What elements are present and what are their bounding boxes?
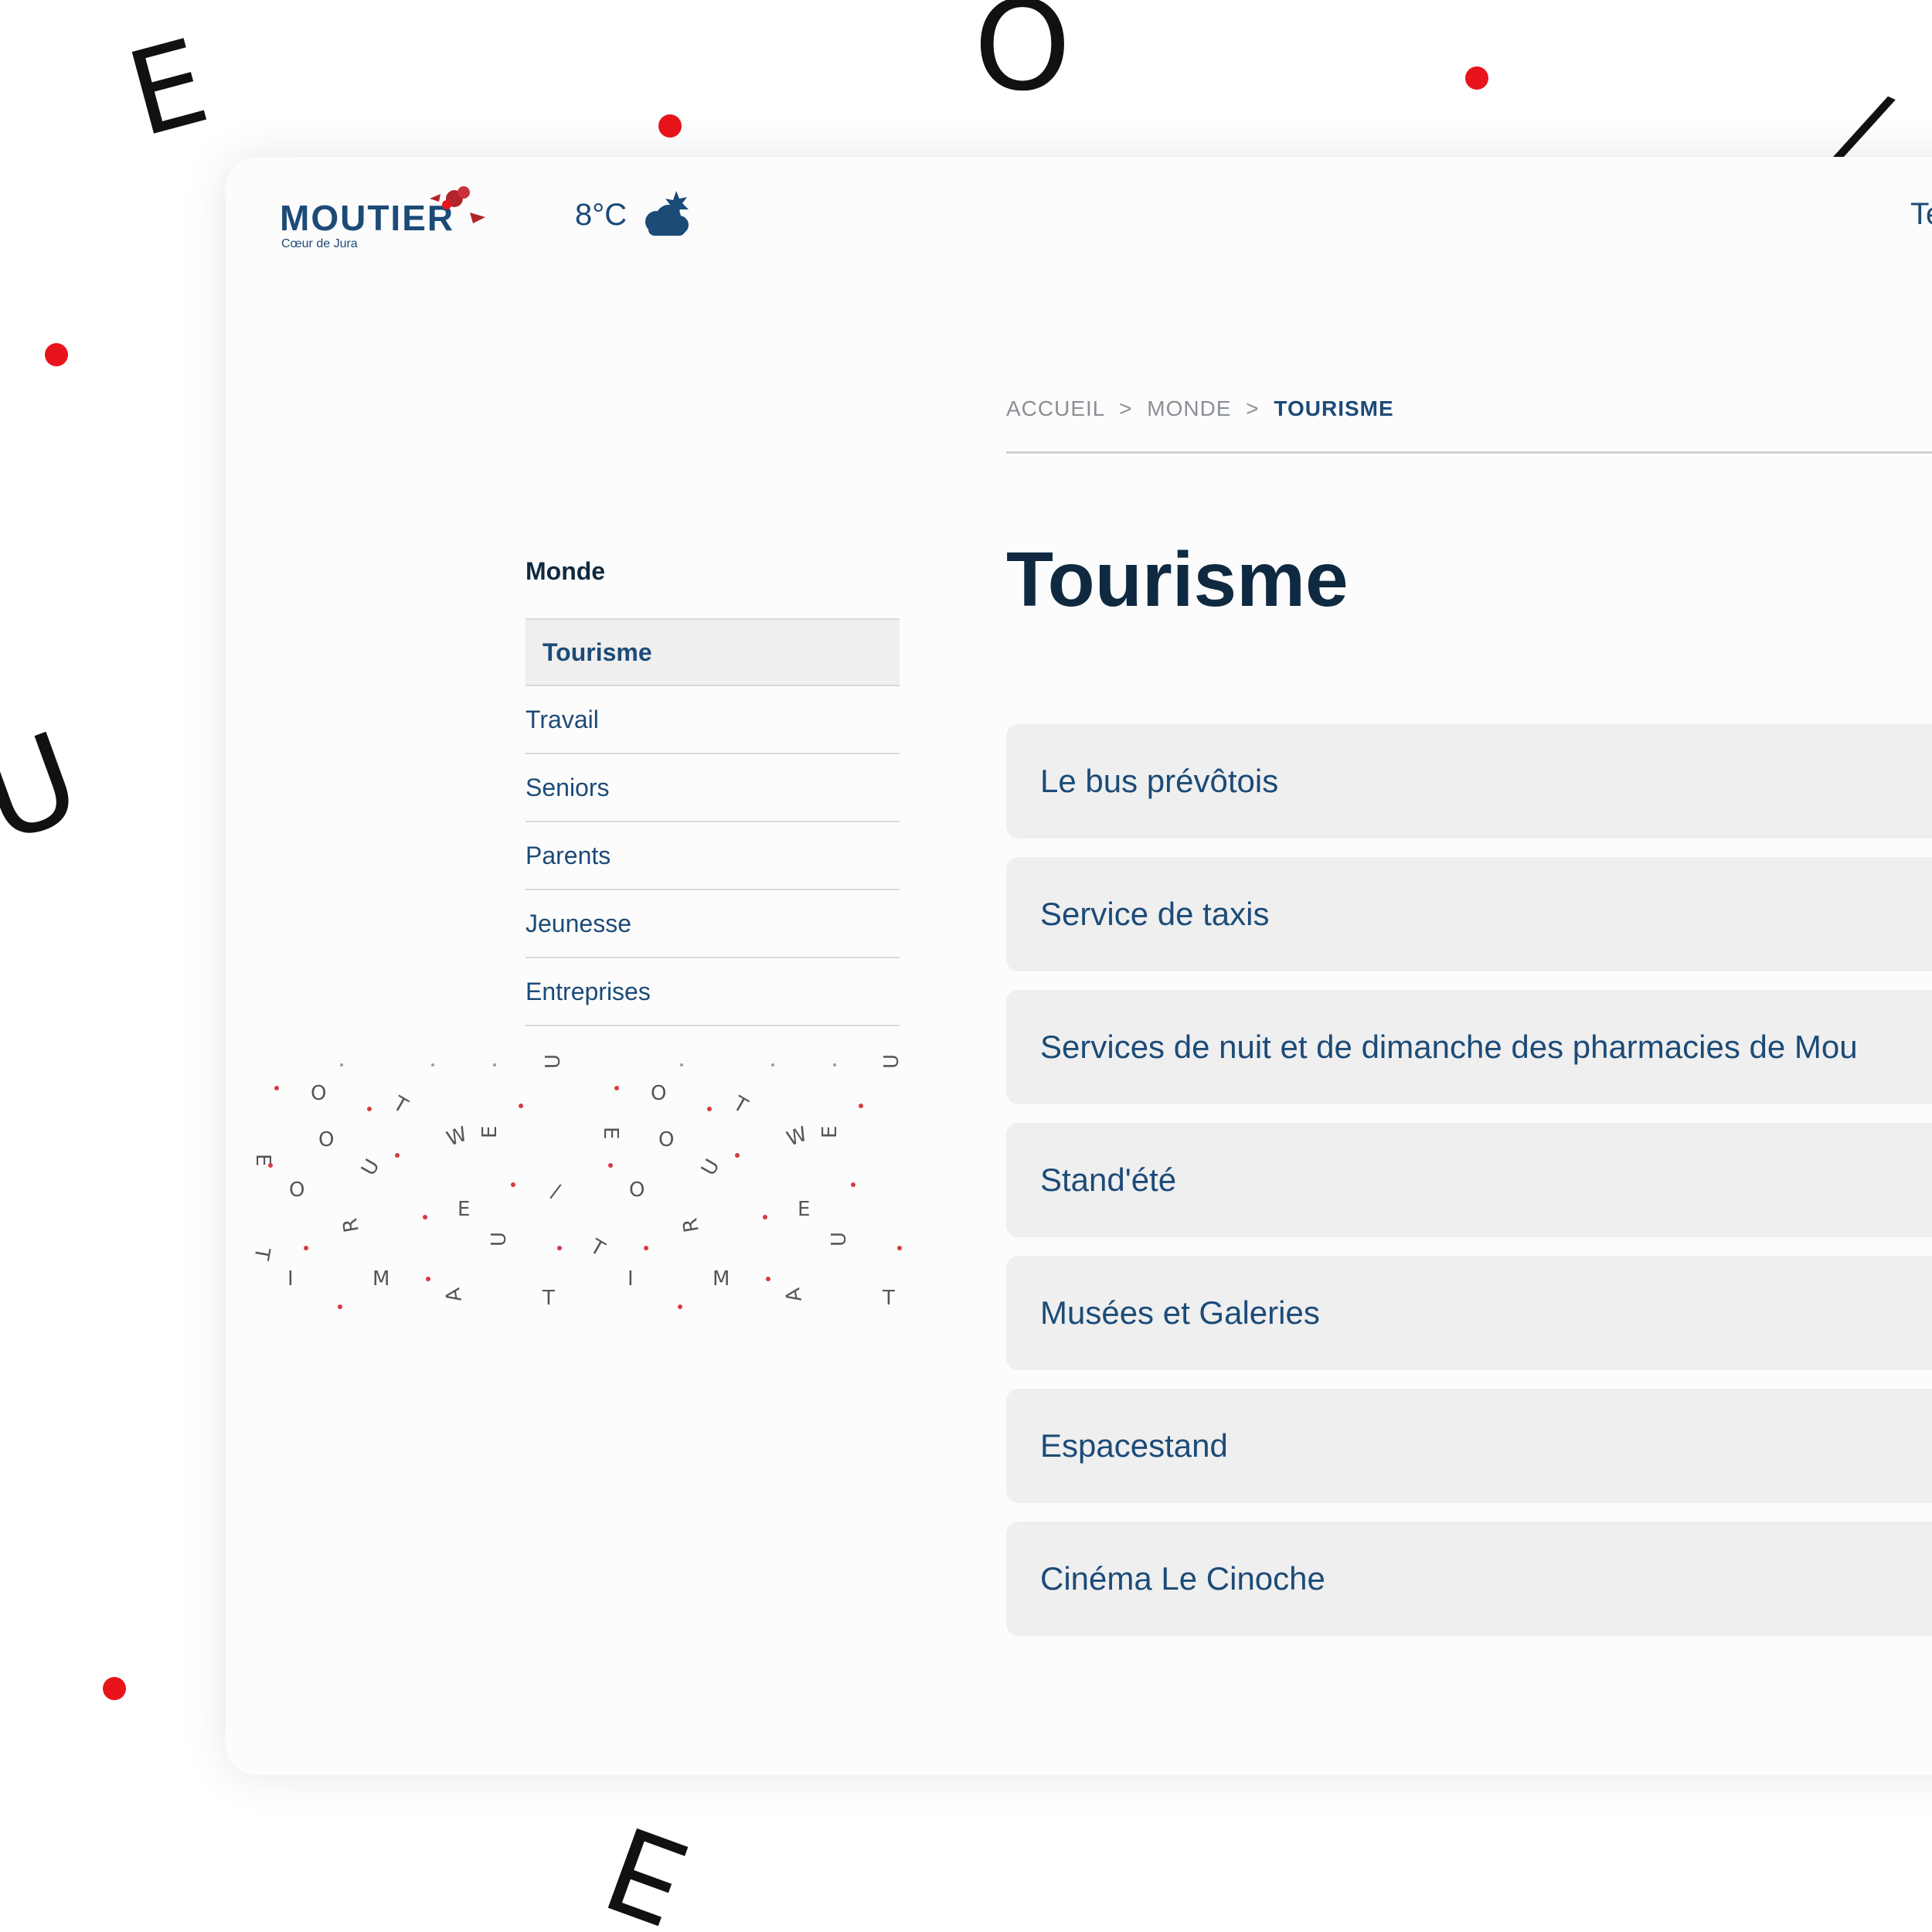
breadcrumb-monde[interactable]: MONDE bbox=[1147, 396, 1231, 420]
svg-text:I: I bbox=[287, 1267, 294, 1291]
svg-text:E: E bbox=[478, 1126, 502, 1138]
temperature: 8°C bbox=[575, 197, 628, 232]
list-item-pharmacies[interactable]: Services de nuit et de dimanche des phar… bbox=[1006, 990, 1932, 1104]
svg-text:T: T bbox=[729, 1092, 752, 1118]
svg-text:E: E bbox=[818, 1126, 842, 1138]
breadcrumb-separator: > bbox=[1119, 396, 1133, 420]
list-item-espacestand[interactable]: Espacestand bbox=[1006, 1389, 1932, 1503]
svg-text:U: U bbox=[828, 1232, 851, 1247]
breadcrumb-home[interactable]: ACCUEIL bbox=[1006, 396, 1104, 420]
sidebar-item-entreprises[interactable]: Entreprises bbox=[526, 958, 900, 1026]
page-title: Tourisme bbox=[1006, 536, 1349, 623]
svg-text:O: O bbox=[651, 1082, 666, 1105]
deco-letter: E bbox=[115, 14, 221, 164]
breadcrumb-current: TOURISME bbox=[1274, 396, 1394, 420]
sidebar-item-tourisme[interactable]: Tourisme bbox=[526, 618, 900, 686]
svg-text:U: U bbox=[880, 1054, 903, 1069]
breadcrumb-separator: > bbox=[1246, 396, 1260, 420]
logo-tagline: Cœur de Jura bbox=[281, 237, 358, 250]
letter-pattern: E O O O T U W E R T I M A T E U / U T E bbox=[249, 1054, 903, 1310]
breadcrumb: ACCUEIL > MONDE > TOURISME bbox=[1006, 396, 1394, 421]
weather-widget: 8°C bbox=[575, 188, 693, 242]
svg-text:E: E bbox=[599, 1127, 622, 1139]
svg-text:E: E bbox=[457, 1198, 470, 1221]
list-item-bus[interactable]: Le bus prévôtois bbox=[1006, 724, 1932, 838]
header-menu-text[interactable]: Te bbox=[1910, 197, 1932, 232]
list-item-musees[interactable]: Musées et Galeries bbox=[1006, 1256, 1932, 1370]
svg-text:O: O bbox=[311, 1082, 326, 1105]
svg-text:O: O bbox=[289, 1179, 304, 1202]
cloud-sun-icon bbox=[645, 191, 689, 236]
svg-text:O: O bbox=[658, 1128, 674, 1151]
list-item-taxis[interactable]: Service de taxis bbox=[1006, 857, 1932, 971]
site-logo[interactable]: MOUTIER Cœur de Jura bbox=[280, 182, 488, 251]
svg-text:U: U bbox=[357, 1155, 384, 1179]
service-list: Le bus prévôtois Service de taxis Servic… bbox=[1006, 724, 1932, 1655]
svg-text:T: T bbox=[586, 1235, 609, 1261]
logo-mark-icon bbox=[430, 186, 485, 223]
deco-letter: E bbox=[590, 1798, 705, 1932]
svg-text:R: R bbox=[338, 1216, 364, 1234]
deco-dot bbox=[658, 114, 682, 138]
sidebar-item-travail[interactable]: Travail bbox=[526, 686, 900, 754]
svg-text:T: T bbox=[882, 1287, 895, 1310]
svg-text:U: U bbox=[697, 1155, 724, 1179]
svg-text:O: O bbox=[629, 1179, 645, 1202]
deco-letter: U bbox=[0, 704, 97, 872]
deco-dot bbox=[1465, 66, 1488, 90]
list-item-stand-ete[interactable]: Stand'été bbox=[1006, 1123, 1932, 1237]
svg-text:/: / bbox=[549, 1179, 563, 1203]
svg-text:M: M bbox=[713, 1267, 730, 1291]
svg-text:E: E bbox=[798, 1198, 810, 1221]
deco-letter: O bbox=[974, 0, 1071, 118]
svg-text:R: R bbox=[679, 1216, 704, 1234]
sidebar-title: Monde bbox=[526, 557, 606, 585]
svg-text:U: U bbox=[542, 1054, 565, 1069]
page-background: E O U E / MOUTIER Cœur de Jura 8°C T ACC… bbox=[0, 0, 1932, 1932]
breadcrumb-divider bbox=[1006, 451, 1932, 454]
svg-text:A: A bbox=[781, 1286, 807, 1304]
deco-dot bbox=[45, 343, 68, 366]
sidebar-item-jeunesse[interactable]: Jeunesse bbox=[526, 890, 900, 958]
svg-text:A: A bbox=[441, 1286, 467, 1304]
svg-text:T: T bbox=[542, 1287, 555, 1310]
sidebar-item-parents[interactable]: Parents bbox=[526, 822, 900, 890]
svg-text:W: W bbox=[444, 1123, 470, 1151]
svg-text:W: W bbox=[784, 1123, 810, 1151]
content-card: MOUTIER Cœur de Jura 8°C Te bbox=[226, 157, 1932, 1775]
sidebar-nav: Tourisme Travail Seniors Parents Jeuness… bbox=[526, 618, 900, 1026]
svg-text:T: T bbox=[249, 1245, 274, 1262]
svg-text:T: T bbox=[389, 1092, 412, 1118]
sidebar-item-seniors[interactable]: Seniors bbox=[526, 754, 900, 822]
list-item-cinema[interactable]: Cinéma Le Cinoche bbox=[1006, 1522, 1932, 1636]
deco-dot bbox=[103, 1677, 126, 1700]
svg-text:U: U bbox=[488, 1232, 511, 1247]
svg-text:O: O bbox=[318, 1128, 334, 1151]
svg-text:I: I bbox=[628, 1267, 634, 1291]
svg-text:M: M bbox=[372, 1267, 389, 1291]
